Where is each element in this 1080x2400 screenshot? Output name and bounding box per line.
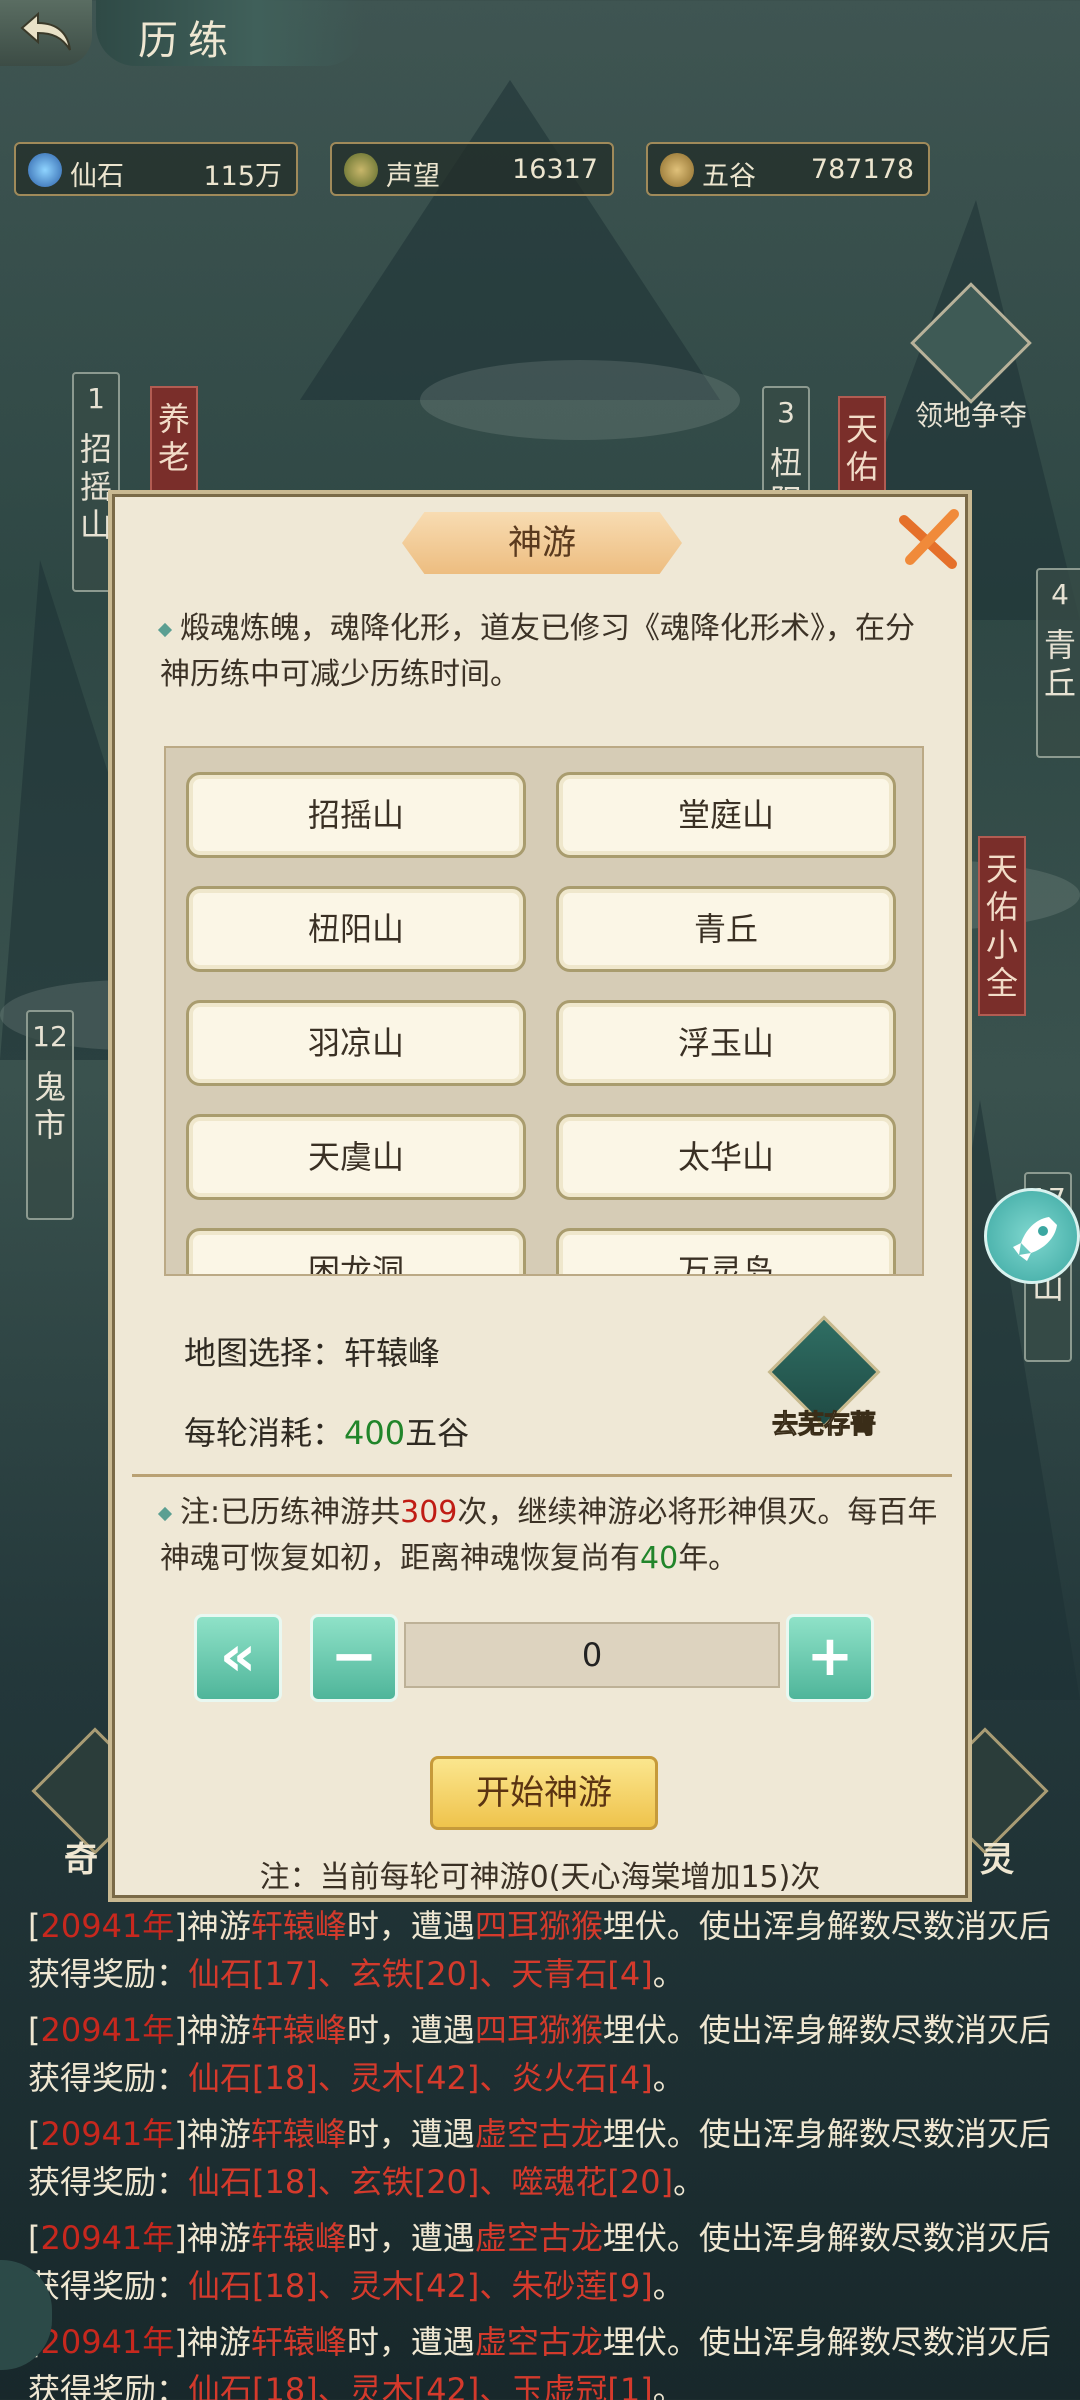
map-list[interactable]: 招摇山 堂庭山 杻阳山 青丘 羽凉山 浮玉山 天虞山 太华山 困龙洞 万灵岛 bbox=[164, 746, 924, 1276]
log-entry: [20941年]神游轩辕峰时，遭遇虚空古龙埋伏。使出浑身解数尽数消灭后获得奖励：… bbox=[28, 2323, 1051, 2400]
increment-button[interactable]: + bbox=[786, 1614, 874, 1702]
note-prefix: 注:已历练神游共 bbox=[180, 1495, 401, 1530]
map-node-number: 1 bbox=[87, 382, 105, 415]
bottom-left-label[interactable]: 奇 bbox=[64, 1832, 98, 1881]
resource-reputation: 声望 16317 bbox=[330, 142, 614, 196]
map-option[interactable]: 招摇山 bbox=[186, 772, 526, 858]
map-option[interactable]: 青丘 bbox=[556, 886, 896, 972]
dialog-title: 神游 bbox=[402, 512, 682, 574]
territory-contest-button[interactable]: 领地争夺 bbox=[906, 282, 1036, 434]
note-count: 309 bbox=[400, 1495, 458, 1530]
resource-name: 声望 bbox=[386, 161, 440, 192]
cost-unit: 五谷 bbox=[405, 1414, 470, 1452]
map-option[interactable]: 浮玉山 bbox=[556, 1000, 896, 1086]
close-icon bbox=[899, 509, 959, 569]
resource-name: 五谷 bbox=[702, 161, 756, 192]
cost-per-round: 每轮消耗：400五谷 bbox=[184, 1408, 469, 1454]
map-select-label: 地图选择： bbox=[184, 1334, 345, 1372]
spirit-travel-dialog: 神游 煅魂炼魄，魂降化形，道友已修习《魂降化形术》，在分神历练中可减少历练时间。… bbox=[108, 490, 972, 1902]
go-store-label: 去芜存菁 bbox=[771, 1410, 876, 1441]
start-travel-button[interactable]: 开始神游 bbox=[430, 1756, 658, 1830]
map-option[interactable]: 万灵岛 bbox=[556, 1228, 896, 1274]
rounds-note: 注：当前每轮可神游0(天心海棠增加15)次 bbox=[259, 1860, 821, 1895]
log-entry: [20941年]神游轩辕峰时，遭遇四耳猕猴埋伏。使出浑身解数尽数消灭后获得奖励：… bbox=[28, 2011, 1051, 2097]
divider bbox=[132, 1474, 952, 1477]
map-option[interactable]: 羽凉山 bbox=[186, 1000, 526, 1086]
grain-icon bbox=[660, 153, 694, 187]
map-option[interactable]: 堂庭山 bbox=[556, 772, 896, 858]
min-button[interactable]: « bbox=[194, 1614, 282, 1702]
cost-value: 400 bbox=[344, 1414, 406, 1452]
map-node-number: 4 bbox=[1051, 578, 1069, 611]
reputation-icon bbox=[344, 153, 378, 187]
note-suffix: 年。 bbox=[678, 1541, 739, 1576]
go-store-button[interactable]: 去芜存菁 bbox=[754, 1315, 894, 1441]
spirit-stone-icon bbox=[28, 153, 62, 187]
map-node-name: 青丘 bbox=[1043, 626, 1076, 702]
map-node-number: 12 bbox=[32, 1020, 68, 1053]
map-node-niuyang[interactable]: 3 杻阳 bbox=[762, 386, 810, 496]
map-banner[interactable]: 天佑小全 bbox=[978, 836, 1026, 1016]
rocket-icon bbox=[1013, 1217, 1057, 1261]
description-text: 煅魂炼魄，魂降化形，道友已修习《魂降化形术》，在分神历练中可减少历练时间。 bbox=[160, 611, 915, 692]
bullet-icon bbox=[157, 1506, 173, 1521]
double-chevron-left-icon: « bbox=[219, 1624, 257, 1689]
map-node-name: 鬼市 bbox=[33, 1068, 66, 1144]
map-select-value: 轩辕峰 bbox=[344, 1334, 441, 1372]
back-button[interactable] bbox=[0, 0, 92, 66]
map-option[interactable]: 杻阳山 bbox=[186, 886, 526, 972]
map-option[interactable]: 天虞山 bbox=[186, 1114, 526, 1200]
map-node-number: 3 bbox=[777, 396, 795, 429]
close-button[interactable] bbox=[896, 506, 964, 574]
resource-value: 787178 bbox=[810, 154, 914, 185]
map-selection: 地图选择：轩辕峰 bbox=[184, 1328, 440, 1374]
dialog-description: 煅魂炼魄，魂降化形，道友已修习《魂降化形术》，在分神历练中可减少历练时间。 bbox=[157, 606, 940, 698]
minus-icon: − bbox=[330, 1624, 378, 1689]
page-title: 历练 bbox=[138, 18, 238, 64]
map-banner[interactable]: 天佑 bbox=[838, 396, 886, 496]
cost-label: 每轮消耗： bbox=[184, 1414, 345, 1452]
resource-value: 16317 bbox=[512, 154, 598, 185]
plus-icon: + bbox=[806, 1624, 854, 1689]
log-entry: [20941年]神游轩辕峰时，遭遇虚空古龙埋伏。使出浑身解数尽数消灭后获得奖励：… bbox=[28, 2115, 1051, 2201]
territory-label: 领地争夺 bbox=[914, 399, 1027, 432]
map-node-guishi[interactable]: 12 鬼市 bbox=[26, 1010, 74, 1220]
map-node-name: 杻阳 bbox=[769, 444, 802, 494]
bottom-right-label[interactable]: 灵 bbox=[980, 1832, 1014, 1881]
top-bar: 历练 bbox=[0, 0, 1080, 70]
log-entry: [20941年]神游轩辕峰时，遭遇虚空古龙埋伏。使出浑身解数尽数消灭后获得奖励：… bbox=[28, 2219, 1051, 2305]
map-node-qingqiu[interactable]: 4 青丘 bbox=[1036, 568, 1080, 758]
map-option[interactable]: 困龙洞 bbox=[186, 1228, 526, 1274]
map-banner[interactable]: 养老 bbox=[150, 386, 198, 496]
history-note: 注:已历练神游共309次，继续神游必将形神俱灭。每百年神魂可恢复如初，距离神魂恢… bbox=[157, 1490, 950, 1582]
rocket-button[interactable] bbox=[984, 1188, 1080, 1284]
count-input[interactable]: 0 bbox=[404, 1622, 780, 1688]
note-years: 40 bbox=[640, 1541, 679, 1576]
map-option[interactable]: 太华山 bbox=[556, 1114, 896, 1200]
resource-name: 仙石 bbox=[70, 161, 124, 192]
decrement-button[interactable]: − bbox=[310, 1614, 398, 1702]
resource-value: 115万 bbox=[203, 161, 282, 192]
resource-spirit-stone: 仙石 115万 bbox=[14, 142, 298, 196]
territory-emblem-icon bbox=[910, 282, 1032, 404]
bullet-icon bbox=[157, 622, 173, 637]
resource-grain: 五谷 787178 bbox=[646, 142, 930, 196]
battle-log: [20941年]神游轩辕峰时，遭遇四耳猕猴埋伏。使出浑身解数尽数消灭后获得奖励：… bbox=[28, 1902, 1058, 2400]
back-arrow-icon bbox=[20, 11, 71, 51]
log-entry: [20941年]神游轩辕峰时，遭遇四耳猕猴埋伏。使出浑身解数尽数消灭后获得奖励：… bbox=[28, 1907, 1051, 1993]
